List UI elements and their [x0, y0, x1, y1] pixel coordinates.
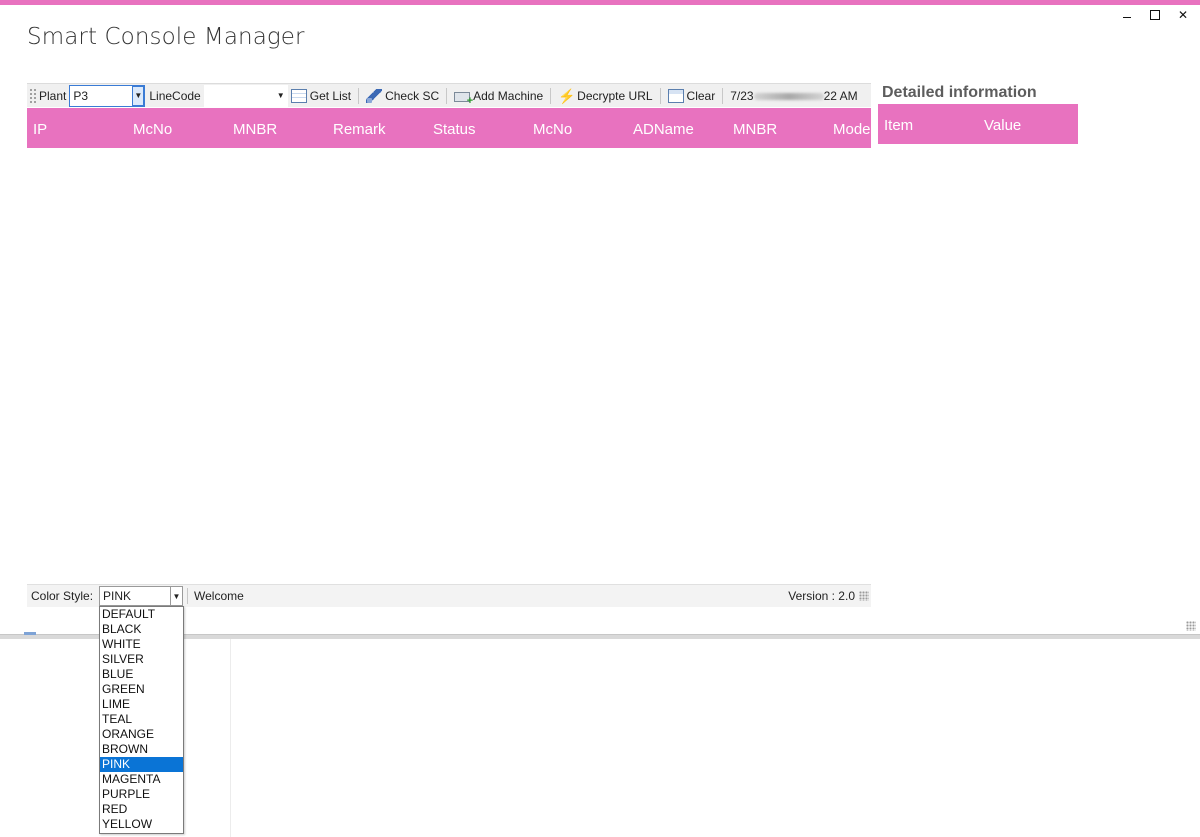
column-header[interactable]: Status: [433, 121, 476, 138]
dropdown-option[interactable]: TEAL: [100, 712, 183, 727]
linecode-combobox[interactable]: ▼: [203, 84, 288, 107]
check-sc-button[interactable]: Check SC: [363, 85, 442, 107]
dropdown-option[interactable]: SILVER: [100, 652, 183, 667]
plug-icon: [366, 88, 383, 103]
toolbar: Plant P3 ▼ LineCode ▼ Get List Check SC …: [27, 83, 871, 107]
dropdown-option[interactable]: MAGENTA: [100, 772, 183, 787]
column-header[interactable]: ADName: [633, 121, 694, 138]
toolbar-separator: [358, 87, 360, 104]
background-divider: [230, 639, 231, 837]
minimize-icon[interactable]: [1120, 8, 1134, 22]
get-list-button[interactable]: Get List: [288, 85, 354, 107]
dropdown-option[interactable]: DEFAULT: [100, 607, 183, 622]
version-label: Version : 2.0: [788, 589, 855, 603]
clear-label: Clear: [686, 88, 716, 103]
dropdown-option[interactable]: YELLOW: [100, 817, 183, 832]
add-machine-button[interactable]: Add Machine: [451, 85, 546, 107]
column-header[interactable]: MNBR: [233, 121, 277, 138]
toolbar-separator: [550, 87, 552, 104]
column-header[interactable]: Mode: [833, 121, 871, 138]
app-title: Smart Console Manager: [27, 24, 305, 50]
dropdown-option[interactable]: PURPLE: [100, 787, 183, 802]
close-icon[interactable]: ✕: [1176, 8, 1190, 22]
window-controls: ✕: [1120, 8, 1190, 22]
timestamp-prefix: 7/23: [730, 88, 754, 103]
detail-title: Detailed information: [882, 84, 1037, 101]
color-style-combobox[interactable]: PINK ▼: [99, 586, 183, 606]
resize-grip-icon[interactable]: [859, 591, 869, 601]
chevron-down-icon[interactable]: ▼: [170, 586, 182, 606]
dropdown-option[interactable]: PINK: [100, 757, 183, 772]
dropdown-option[interactable]: LIME: [100, 697, 183, 712]
accent-strip: [0, 0, 1200, 5]
get-list-label: Get List: [309, 88, 352, 103]
maximize-icon[interactable]: [1148, 8, 1162, 22]
check-sc-label: Check SC: [385, 88, 440, 103]
clear-button[interactable]: Clear: [665, 85, 719, 107]
color-style-label: Color Style:: [31, 589, 94, 603]
dropdown-option[interactable]: BLUE: [100, 667, 183, 682]
timestamp: 7/23 22 AM: [727, 89, 857, 103]
lightning-icon: ⚡: [558, 87, 576, 104]
dropdown-option[interactable]: BLACK: [100, 622, 183, 637]
decrypt-url-button[interactable]: ⚡ Decrypte URL: [555, 85, 655, 107]
add-machine-icon: [454, 92, 473, 107]
column-header[interactable]: IP: [33, 121, 47, 138]
column-header[interactable]: McNo: [133, 121, 172, 138]
dropdown-option[interactable]: ORANGE: [100, 727, 183, 742]
detail-column-item[interactable]: Item: [884, 117, 913, 134]
detail-header: Item Value: [878, 104, 1078, 144]
clear-icon: [667, 88, 684, 103]
decrypt-url-label: Decrypte URL: [577, 88, 653, 103]
dropdown-option[interactable]: RED: [100, 802, 183, 817]
plant-label: Plant: [39, 88, 67, 103]
timestamp-suffix: 22 AM: [823, 88, 858, 103]
chevron-down-icon[interactable]: ▼: [275, 86, 287, 106]
linecode-label: LineCode: [149, 88, 201, 103]
list-icon: [290, 88, 307, 103]
window-resize-grip-icon[interactable]: [1186, 621, 1196, 631]
color-style-value[interactable]: PINK: [100, 589, 170, 603]
dropdown-option[interactable]: GREEN: [100, 682, 183, 697]
plant-value[interactable]: P3: [70, 89, 132, 103]
add-machine-label: Add Machine: [473, 88, 544, 103]
statusbar: Color Style: PINK ▼ Welcome Version : 2.…: [27, 584, 871, 607]
toolbar-separator: [446, 87, 448, 104]
plant-combobox[interactable]: P3 ▼: [69, 84, 146, 107]
dropdown-option[interactable]: WHITE: [100, 637, 183, 652]
color-style-dropdown: DEFAULT BLACK WHITE SILVER BLUE GREEN LI…: [99, 606, 184, 834]
grid-header: IP McNo MNBR Remark Status McNo ADName M…: [27, 108, 871, 148]
toolbar-separator: [659, 87, 661, 104]
dropdown-option[interactable]: BROWN: [100, 742, 183, 757]
toolbar-grip-icon[interactable]: [29, 87, 37, 104]
column-header[interactable]: MNBR: [733, 121, 777, 138]
column-header[interactable]: McNo: [533, 121, 572, 138]
status-message: Welcome: [194, 589, 244, 603]
background-taskbar-mark: [24, 632, 36, 635]
redacted-blur: [753, 92, 824, 100]
chevron-down-icon[interactable]: ▼: [132, 85, 145, 106]
toolbar-separator: [722, 87, 724, 104]
column-header[interactable]: Remark: [333, 121, 386, 138]
detail-column-value[interactable]: Value: [984, 117, 1021, 134]
